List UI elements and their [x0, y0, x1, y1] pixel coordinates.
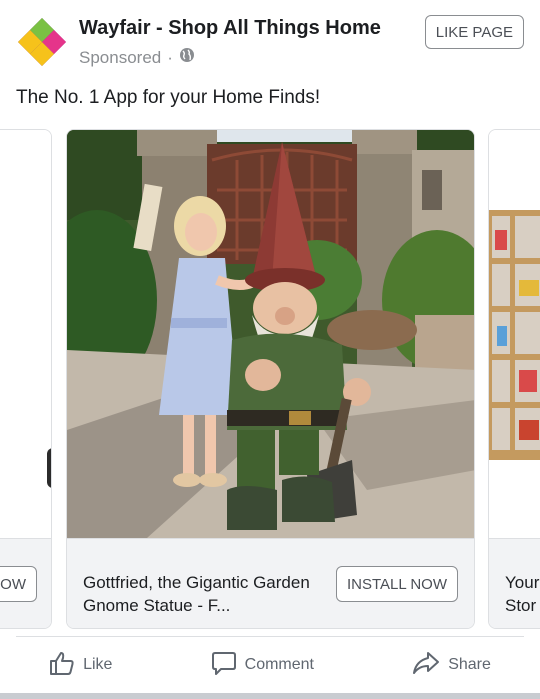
comment-icon [211, 650, 237, 681]
product-image-gnome [67, 130, 474, 538]
product-carousel[interactable]: OW Gottfried, the Gigantic Garden Gnome … [0, 129, 540, 631]
card-footer: Your Stor [489, 538, 540, 628]
post-text: The No. 1 App for your Home Finds! [16, 87, 321, 108]
page-avatar[interactable] [16, 16, 68, 68]
thumbs-up-icon [49, 650, 75, 681]
product-title[interactable]: Gottfried, the Gigantic Garden Gnome Sta… [83, 571, 318, 617]
carousel-card-previous[interactable]: OW [0, 129, 52, 629]
product-title-line2: Stor [505, 596, 537, 615]
card-footer: Gottfried, the Gigantic Garden Gnome Sta… [67, 538, 474, 628]
page-name[interactable]: Wayfair - Shop All Things Home [79, 17, 381, 40]
separator-dot: · [167, 47, 173, 67]
comment-button[interactable]: Comment [199, 642, 326, 689]
action-bar: Like Comment Share [0, 637, 540, 693]
sponsored-text: Sponsored [79, 47, 162, 67]
share-icon [412, 650, 440, 681]
like-button[interactable]: Like [37, 642, 124, 689]
bottom-edge [0, 693, 540, 699]
product-image-storage [489, 130, 540, 538]
install-button-partial[interactable]: OW [0, 566, 37, 602]
product-title-line1: Your [505, 573, 540, 592]
carousel-card-next[interactable]: Your Stor [488, 129, 540, 629]
install-now-button[interactable]: INSTALL NOW [335, 566, 458, 602]
product-image [0, 130, 51, 538]
like-page-button[interactable]: LIKE PAGE [424, 15, 524, 49]
share-button[interactable]: Share [400, 642, 503, 689]
globe-icon [179, 47, 195, 68]
product-title-partial[interactable]: Your Stor [505, 571, 540, 617]
carousel-card-gnome[interactable]: Gottfried, the Gigantic Garden Gnome Sta… [66, 129, 475, 629]
share-label: Share [448, 656, 491, 673]
sponsored-label: Sponsored · [79, 47, 195, 68]
like-label: Like [83, 656, 113, 673]
card-footer: OW [0, 538, 51, 628]
comment-label: Comment [244, 656, 314, 673]
post-header: Wayfair - Shop All Things Home Sponsored… [16, 14, 524, 70]
